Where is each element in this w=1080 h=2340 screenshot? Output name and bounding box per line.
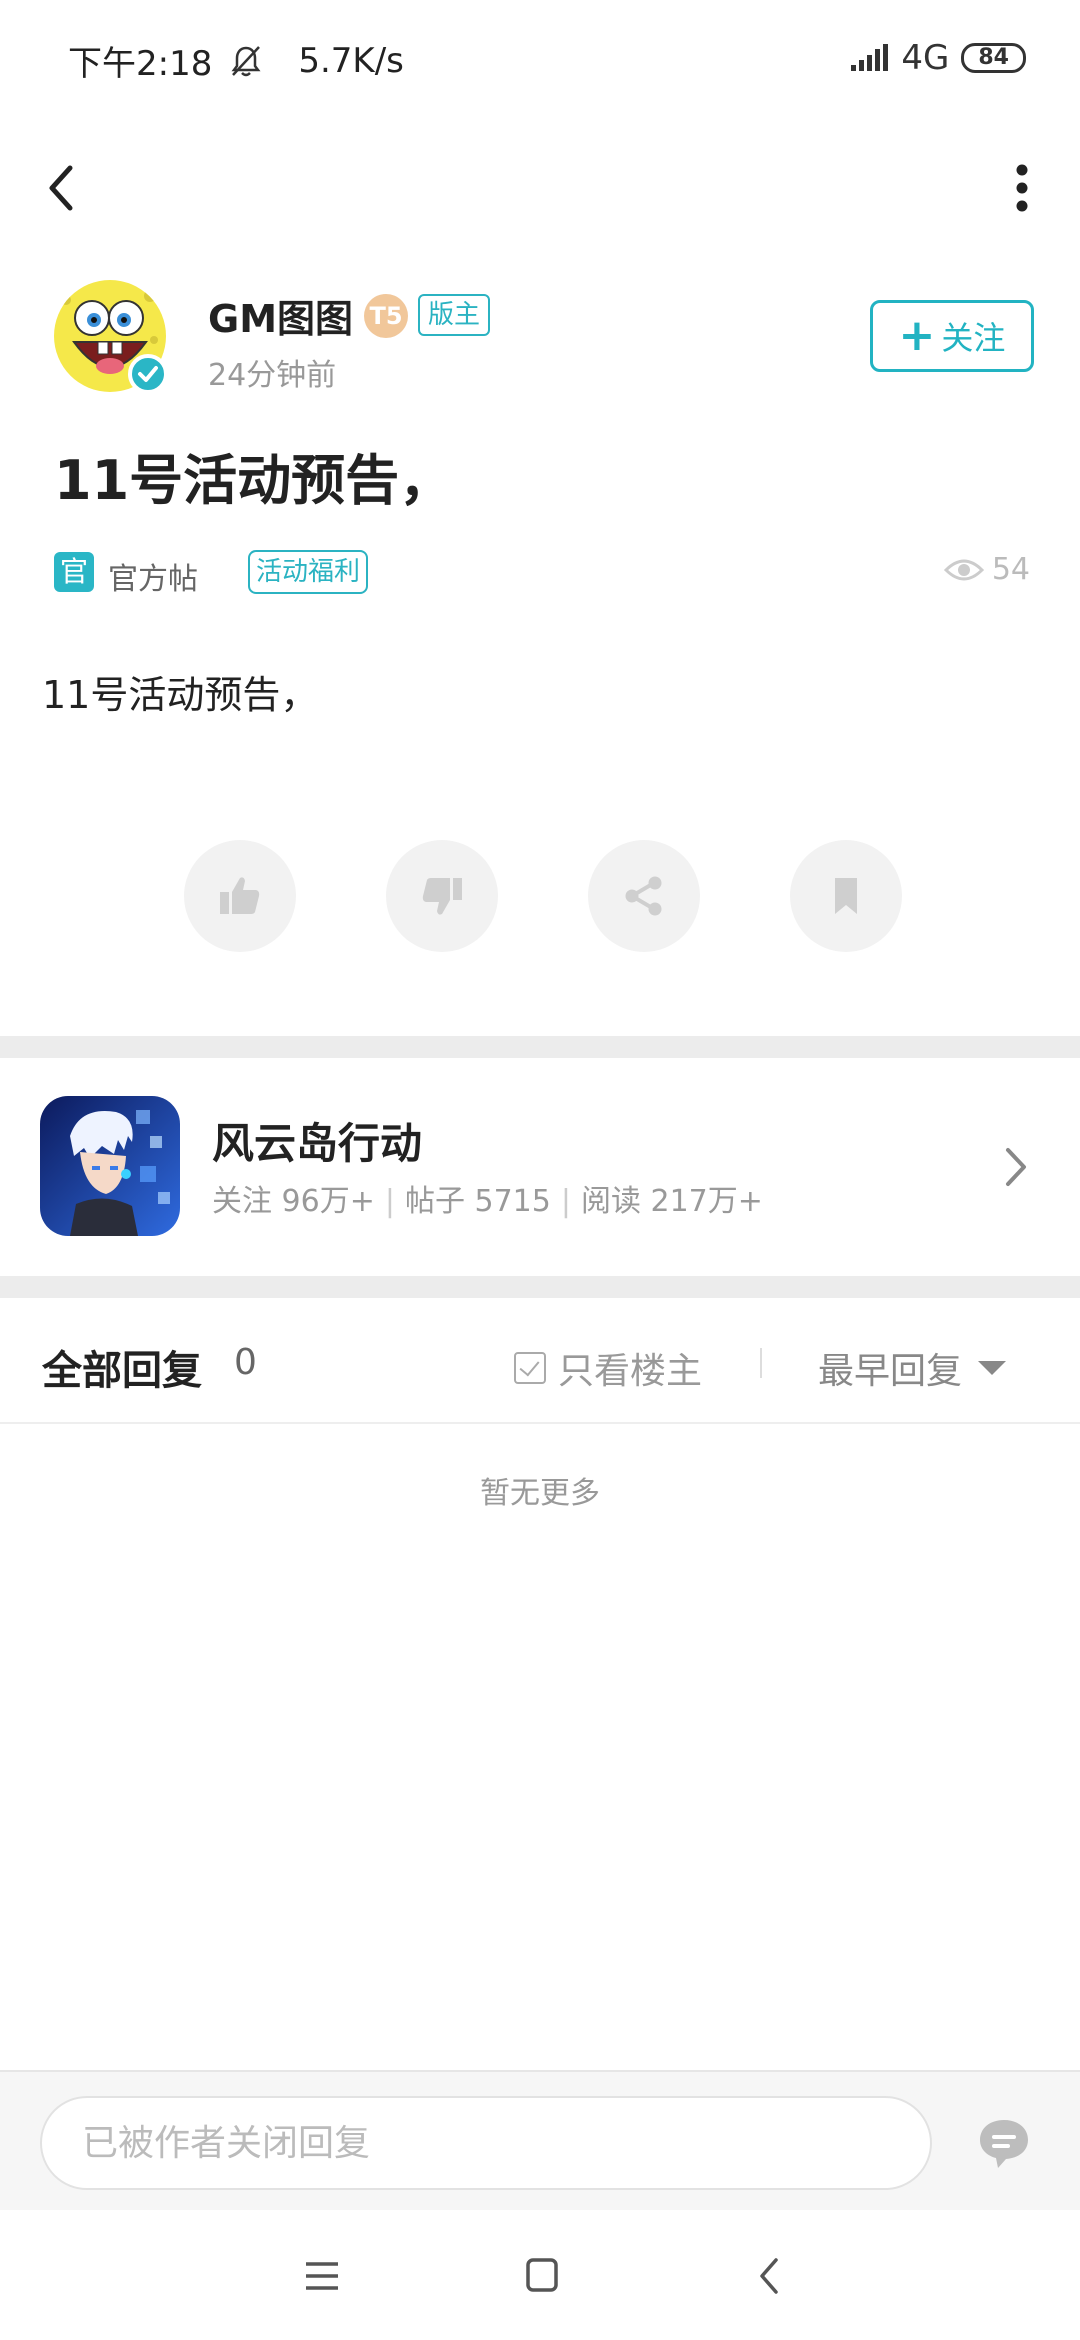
chevron-right-icon — [996, 1142, 1036, 1192]
system-nav-bar — [0, 2210, 1080, 2340]
top-nav — [0, 140, 1080, 240]
bookmark-icon — [835, 878, 857, 914]
only-op-toggle[interactable]: 只看楼主 — [514, 1342, 702, 1394]
back-arrow-icon — [49, 165, 73, 211]
reply-bar — [0, 2070, 1080, 2210]
more-options-button[interactable] — [992, 158, 1052, 218]
empty-state: 暂无更多 — [480, 1476, 600, 1511]
comment-icon — [980, 2120, 1028, 2168]
forum-name: 风云岛行动 — [212, 1119, 423, 1168]
eye-icon — [943, 559, 984, 580]
system-back-button[interactable] — [742, 2248, 798, 2304]
author-name[interactable]: GM图图 — [208, 288, 353, 343]
section-divider — [0, 1276, 1080, 1298]
reply-input[interactable] — [40, 2096, 932, 2190]
verified-icon — [128, 354, 168, 394]
network-type: 4G — [901, 38, 950, 78]
post-actions — [184, 840, 902, 952]
official-icon: 官 — [54, 552, 94, 592]
post-title: 11号活动预告， — [54, 449, 454, 512]
forum-stats: 关注 96万+ | 帖子 5715 | 阅读 217万+ — [212, 1176, 763, 1220]
forum-read-count: 阅读 217万+ — [580, 1184, 763, 1219]
view-count: 54 — [943, 552, 1030, 587]
menu-button[interactable] — [294, 2248, 350, 2304]
back-triangle-icon — [760, 2258, 778, 2294]
official-label: 官方帖 — [108, 562, 198, 597]
battery-indicator: 84 — [961, 43, 1026, 73]
replies-title: 全部回复 — [42, 1348, 202, 1394]
follow-button[interactable]: + 关注 — [870, 300, 1034, 372]
replies-count: 0 — [234, 1342, 257, 1383]
back-button[interactable] — [34, 158, 94, 218]
post-time: 24分钟前 — [208, 358, 337, 393]
plus-icon: + — [898, 310, 936, 361]
mute-bell-icon — [231, 45, 261, 76]
section-divider — [0, 1036, 1080, 1058]
forum-game-icon — [40, 1096, 180, 1236]
like-button[interactable] — [184, 840, 296, 952]
author-row: GM图图 T5 版主 24分钟前 + 关注 — [54, 280, 1034, 400]
forum-followers: 关注 96万+ — [212, 1184, 375, 1219]
view-count-value: 54 — [991, 552, 1030, 587]
checkbox-icon — [514, 1352, 546, 1384]
status-right: 4G 84 — [849, 38, 1026, 78]
sort-dropdown[interactable]: 最早回复 — [818, 1342, 1007, 1394]
thumbs-up-icon — [220, 877, 260, 914]
share-button[interactable] — [588, 840, 700, 952]
post-meta: 官 官方帖 活动福利 54 — [54, 548, 1030, 598]
stats-separator: | — [560, 1184, 571, 1219]
status-time: 下午2:18 — [68, 44, 213, 84]
moderator-badge: 版主 — [418, 294, 491, 336]
post-body: 11号活动预告， — [42, 673, 319, 717]
header-separator — [760, 1348, 762, 1378]
follow-label: 关注 — [941, 319, 1006, 357]
home-square-icon — [526, 2258, 558, 2292]
replies-header: 全部回复 0 只看楼主 最早回复 — [0, 1298, 1080, 1424]
thumbs-down-icon — [422, 878, 462, 915]
status-bar: 下午2:18 5.7K/s 4G 84 — [0, 0, 1080, 120]
stats-separator: | — [384, 1184, 395, 1219]
forum-card[interactable]: 风云岛行动 关注 96万+ | 帖子 5715 | 阅读 217万+ — [0, 1058, 1080, 1276]
network-speed: 5.7K/s — [298, 40, 404, 81]
dislike-button[interactable] — [386, 840, 498, 952]
forum-post-count: 帖子 5715 — [404, 1184, 551, 1219]
status-left: 下午2:18 5.7K/s — [68, 36, 404, 85]
sort-label: 最早回复 — [818, 1351, 963, 1392]
caret-down-icon — [978, 1361, 1007, 1375]
menu-icon — [306, 2262, 338, 2290]
topic-tag[interactable]: 活动福利 — [248, 550, 369, 594]
only-op-label: 只看楼主 — [558, 1351, 703, 1392]
home-button[interactable] — [514, 2248, 570, 2304]
signal-icon — [851, 44, 889, 71]
comment-button[interactable] — [976, 2116, 1032, 2172]
share-icon — [625, 876, 662, 916]
more-vertical-icon — [1016, 164, 1028, 212]
bookmark-button[interactable] — [790, 840, 902, 952]
level-badge: T5 — [364, 294, 408, 338]
